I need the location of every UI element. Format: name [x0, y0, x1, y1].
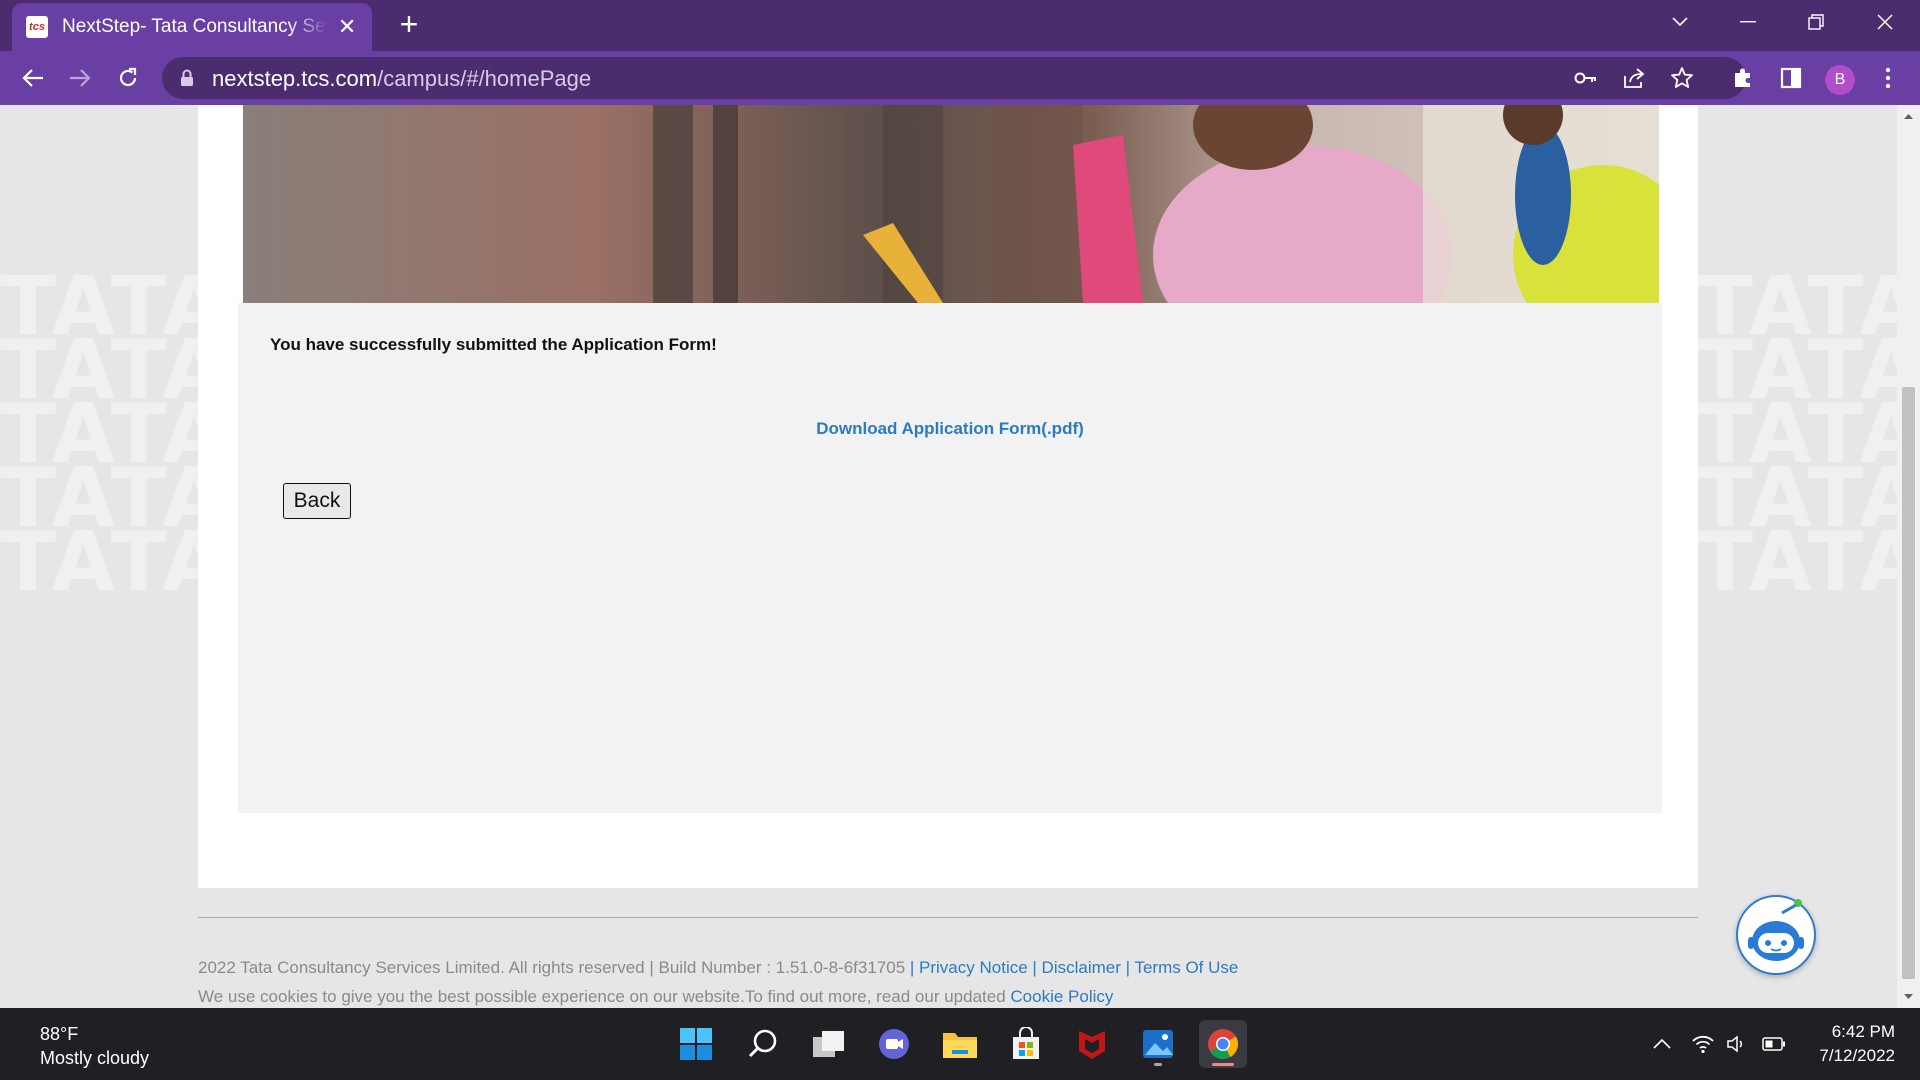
footer-line-2: We use cookies to give you the best poss…: [198, 982, 1238, 1008]
volume-icon[interactable]: [1723, 1030, 1751, 1058]
tab-search-chevron-icon[interactable]: [1652, 0, 1708, 44]
tray-overflow-chevron-icon[interactable]: [1648, 1030, 1676, 1058]
clock-time: 6:42 PM: [1831, 1022, 1895, 1041]
weather-desc: Mostly cloudy: [40, 1048, 150, 1068]
cookie-policy-link[interactable]: Cookie Policy: [1010, 987, 1113, 1006]
tab-close-icon[interactable]: ✕: [336, 14, 358, 40]
password-key-icon[interactable]: [1574, 66, 1598, 90]
scroll-down-arrow-icon[interactable]: [1903, 991, 1914, 1002]
minimize-icon[interactable]: [1720, 0, 1776, 44]
url-path: /campus/#/homePage: [377, 66, 592, 91]
browser-tab-active[interactable]: tcs NextStep- Tata Consultancy Services …: [12, 3, 372, 51]
footer: 2022 Tata Consultancy Services Limited. …: [198, 953, 1238, 1008]
system-clock[interactable]: 6:42 PM 7/12/2022: [1800, 1020, 1895, 1068]
back-button[interactable]: Back: [283, 483, 351, 519]
back-arrow-icon[interactable]: [16, 61, 50, 95]
weather-widget[interactable]: 88°F Mostly cloudy: [40, 1022, 149, 1070]
teams-chat-icon[interactable]: [870, 1020, 918, 1068]
browser-toolbar: nextstep.tcs.com/campus/#/homePage B: [0, 51, 1920, 105]
copyright-text: 2022 Tata Consultancy Services Limited. …: [198, 958, 906, 977]
search-icon[interactable]: [739, 1020, 787, 1068]
terms-of-use-link[interactable]: Terms Of Use: [1134, 958, 1238, 977]
weather-temp: 88°F: [40, 1024, 79, 1044]
mcafee-icon[interactable]: [1068, 1020, 1116, 1068]
cookie-text: We use cookies to give you the best poss…: [198, 987, 1011, 1006]
chrome-icon[interactable]: [1199, 1020, 1247, 1068]
clock-date: 7/12/2022: [1819, 1046, 1895, 1065]
battery-icon[interactable]: [1760, 1030, 1788, 1058]
favicon-text: tcs: [29, 21, 45, 33]
bookmark-star-icon[interactable]: [1670, 66, 1694, 90]
url-host: nextstep.tcs.com: [212, 66, 378, 91]
footer-line-1: 2022 Tata Consultancy Services Limited. …: [198, 958, 1239, 977]
photos-icon[interactable]: [1134, 1020, 1182, 1068]
chatbot-assistant-icon[interactable]: [1736, 895, 1816, 975]
scroll-up-arrow-icon[interactable]: [1903, 111, 1914, 122]
side-panel-icon[interactable]: [1778, 65, 1804, 91]
photos-running-indicator: [1154, 1063, 1162, 1066]
scrollbar-thumb[interactable]: [1902, 387, 1915, 979]
download-application-form-link[interactable]: Download Application Form(.pdf): [238, 419, 1662, 439]
windows-taskbar: 88°F Mostly cloudy 6:42 PM 7/12/2022: [0, 1008, 1920, 1080]
more-menu-icon[interactable]: [1875, 65, 1901, 91]
success-message: You have successfully submitted the Appl…: [270, 335, 717, 354]
share-icon[interactable]: [1622, 66, 1646, 90]
banner-photo: [243, 105, 1659, 303]
profile-avatar[interactable]: B: [1825, 65, 1855, 95]
tata-watermark-left: TATA TATA TATA TATA TATA: [0, 275, 200, 595]
footer-divider: [198, 917, 1698, 918]
restore-icon[interactable]: [1788, 0, 1844, 44]
url-text[interactable]: nextstep.tcs.com/campus/#/homePage: [212, 66, 591, 92]
tcs-favicon-icon: tcs: [26, 16, 48, 38]
lock-icon[interactable]: [180, 69, 194, 92]
tab-title: NextStep- Tata Consultancy Services: [62, 16, 328, 37]
wifi-icon[interactable]: [1689, 1030, 1717, 1058]
chrome-active-indicator: [1212, 1063, 1234, 1066]
microsoft-store-icon[interactable]: [1002, 1020, 1050, 1068]
forward-arrow-icon[interactable]: [63, 61, 97, 95]
main-container: You have successfully submitted the Appl…: [198, 105, 1698, 888]
file-explorer-icon[interactable]: [936, 1020, 984, 1068]
close-window-icon[interactable]: [1857, 0, 1913, 44]
extensions-puzzle-icon[interactable]: [1730, 65, 1756, 91]
browser-tab-strip: tcs NextStep- Tata Consultancy Services …: [0, 0, 1920, 51]
content-panel: You have successfully submitted the Appl…: [238, 303, 1662, 813]
new-tab-plus-icon[interactable]: +: [392, 8, 426, 42]
page-viewport: TATA TATA TATA TATA TATA TATA TATA TATA …: [0, 105, 1897, 1008]
page-scrollbar[interactable]: [1897, 105, 1920, 1008]
reload-icon[interactable]: [111, 61, 145, 95]
tata-watermark-right: TATA TATA TATA TATA TATA: [1697, 275, 1897, 595]
privacy-notice-link[interactable]: Privacy Notice: [919, 958, 1028, 977]
task-view-icon[interactable]: [805, 1020, 853, 1068]
address-bar[interactable]: nextstep.tcs.com/campus/#/homePage: [162, 57, 1746, 99]
disclaimer-link[interactable]: Disclaimer: [1042, 958, 1121, 977]
windows-start-icon[interactable]: [672, 1020, 720, 1068]
